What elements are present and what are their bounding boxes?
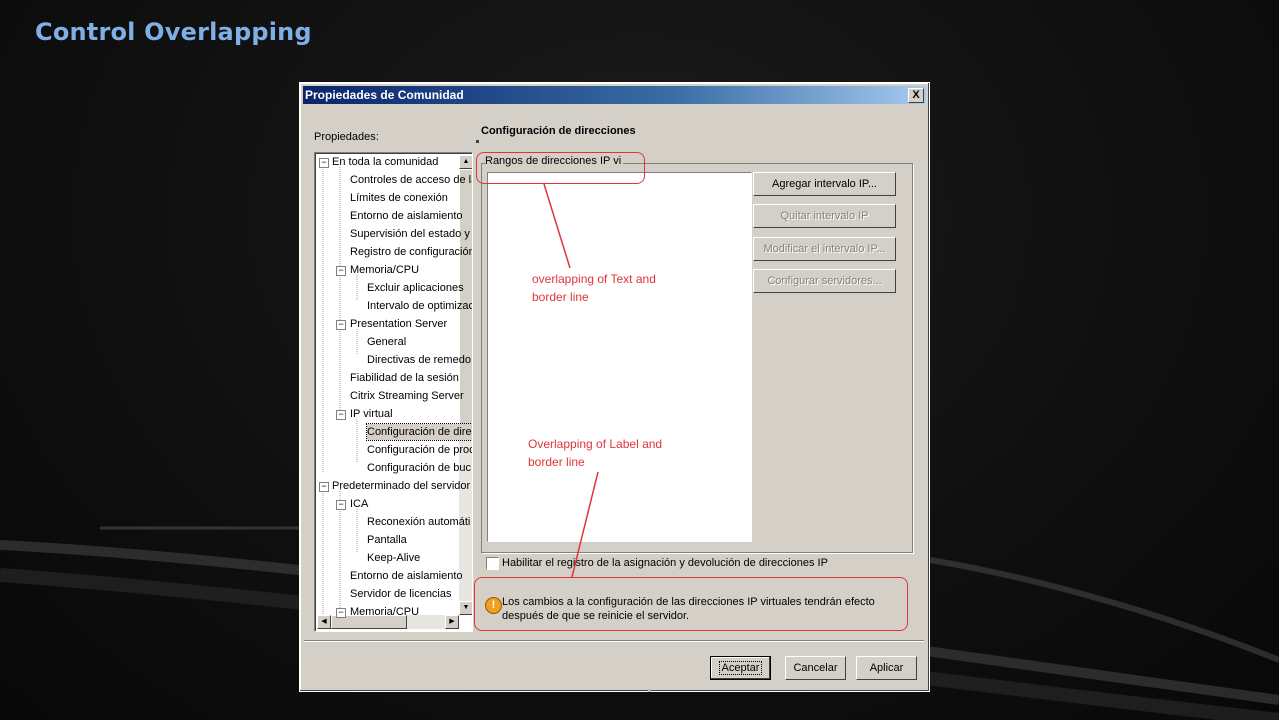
dialog-titlebar[interactable]: Propiedades de Comunidad X bbox=[303, 86, 926, 104]
tree-item[interactable]: Pantalla bbox=[367, 532, 407, 548]
tree-item[interactable]: General bbox=[367, 334, 406, 350]
tree-item[interactable]: Citrix Streaming Server bbox=[350, 388, 464, 404]
close-button[interactable]: X bbox=[908, 88, 924, 103]
ok-button[interactable]: Aceptar bbox=[710, 656, 771, 680]
tree-item[interactable]: Controles de acceso de la bbox=[350, 172, 472, 188]
annotation-highlight-message bbox=[474, 577, 908, 631]
tree-item[interactable]: Reconexión automáti bbox=[367, 514, 470, 530]
tree-item[interactable]: Excluir aplicaciones bbox=[367, 280, 464, 296]
section-title: Configuración de direcciones bbox=[481, 125, 636, 137]
scroll-left-button[interactable]: ◀ bbox=[317, 615, 331, 629]
tree-item[interactable]: Configuración de buc bbox=[367, 460, 471, 476]
tree-item[interactable]: Predeterminado del servidor bbox=[332, 478, 470, 494]
tree-collapse-icon[interactable]: − bbox=[336, 608, 346, 618]
tree-collapse-icon[interactable]: − bbox=[336, 266, 346, 276]
tree-item[interactable]: Servidor de licencias bbox=[350, 586, 452, 602]
scroll-right-button[interactable]: ▶ bbox=[445, 615, 459, 629]
tree-item-selected[interactable]: Configuración de dire bbox=[366, 423, 472, 441]
modify-ip-range-button[interactable]: Modificar el intervalo IP... bbox=[753, 237, 896, 261]
properties-label: Propiedades: bbox=[314, 131, 379, 143]
ok-button-label: Aceptar bbox=[718, 661, 763, 675]
enable-logging-label: Habilitar el registro de la asignación y… bbox=[502, 557, 828, 569]
stray-dot bbox=[648, 689, 651, 692]
tree-vertical-scrollbar[interactable]: ▲ ▼ bbox=[459, 155, 472, 615]
annotation-label-overlap: Overlapping of Label and border line bbox=[528, 437, 663, 469]
tree-item[interactable]: Límites de conexión bbox=[350, 190, 448, 206]
tree-item[interactable]: Memoria/CPU bbox=[350, 262, 419, 278]
slide-title: Control Overlapping bbox=[35, 18, 312, 46]
tree-item[interactable]: Directivas de remedo bbox=[367, 352, 471, 368]
configure-servers-button[interactable]: Configurar servidores... bbox=[753, 269, 896, 293]
footer-separator bbox=[304, 640, 924, 642]
ip-ranges-list[interactable] bbox=[487, 172, 752, 542]
tree-item[interactable]: Intervalo de optimizac bbox=[367, 298, 472, 314]
tree-item[interactable]: IP virtual bbox=[350, 406, 393, 422]
dialog-title: Propiedades de Comunidad bbox=[305, 88, 464, 102]
scroll-up-button[interactable]: ▲ bbox=[459, 155, 472, 169]
tree-item[interactable]: Keep-Alive bbox=[367, 550, 420, 566]
tree-item[interactable]: ICA bbox=[350, 496, 368, 512]
properties-tree[interactable]: ▲ ▼ ◀ ▶ − En toda la comunidad Controles… bbox=[314, 152, 473, 632]
tree-item[interactable]: Entorno de aislamiento bbox=[350, 208, 463, 224]
apply-button[interactable]: Aplicar bbox=[856, 656, 917, 680]
enable-logging-checkbox[interactable] bbox=[486, 557, 499, 570]
tree-collapse-icon[interactable]: − bbox=[336, 320, 346, 330]
cancel-button[interactable]: Cancelar bbox=[785, 656, 846, 680]
tree-collapse-icon[interactable]: − bbox=[319, 482, 329, 492]
tree-collapse-icon[interactable]: − bbox=[336, 500, 346, 510]
focus-dot bbox=[476, 140, 479, 143]
tree-item[interactable]: Entorno de aislamiento bbox=[350, 568, 463, 584]
tree-collapse-icon[interactable]: − bbox=[336, 410, 346, 420]
scroll-down-button[interactable]: ▼ bbox=[459, 601, 472, 615]
remove-ip-range-button[interactable]: Quitar intervalo IP bbox=[753, 204, 896, 228]
tree-item[interactable]: Fiabilidad de la sesión bbox=[350, 370, 459, 386]
add-ip-range-button[interactable]: Agregar intervalo IP... bbox=[753, 172, 896, 196]
tree-item[interactable]: En toda la comunidad bbox=[332, 154, 438, 170]
tree-item[interactable]: Configuración de proc bbox=[367, 442, 472, 458]
annotation-text-overlap: overlapping of Text and border line bbox=[532, 272, 656, 304]
tree-item[interactable]: Presentation Server bbox=[350, 316, 447, 332]
annotation-highlight-label bbox=[476, 152, 645, 184]
tree-item[interactable]: Registro de configuración bbox=[350, 244, 472, 260]
tree-item[interactable]: Memoria/CPU bbox=[350, 604, 419, 620]
tree-item[interactable]: Supervisión del estado y r bbox=[350, 226, 472, 242]
tree-collapse-icon[interactable]: − bbox=[319, 158, 329, 168]
